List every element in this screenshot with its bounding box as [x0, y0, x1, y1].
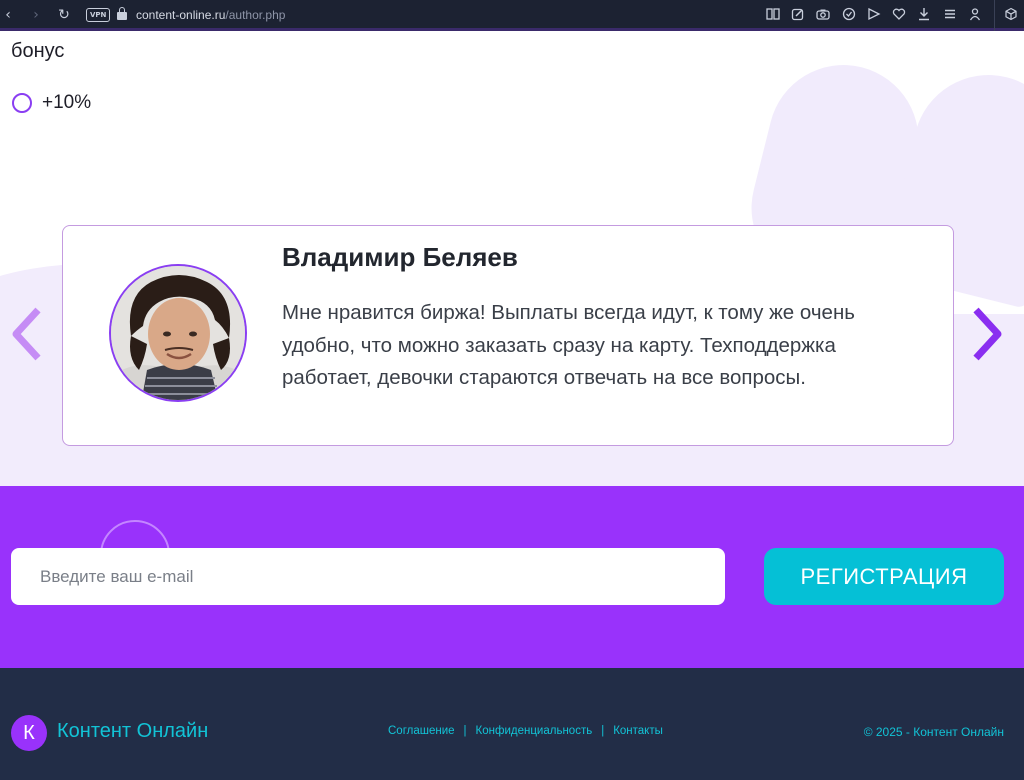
- review-text: Мне нравится биржа! Выплаты всегда идут,…: [282, 301, 855, 389]
- bonus-heading: бонус: [11, 40, 65, 62]
- browser-toolbar: ‹ › ↻ VPN content-online.ru/author.php: [0, 0, 1024, 31]
- send-icon[interactable]: [867, 7, 881, 21]
- profile-icon[interactable]: [968, 7, 982, 21]
- copyright: © 2025 - Контент Онлайн: [863, 725, 1004, 739]
- link-separator: |: [463, 725, 467, 737]
- reload-icon[interactable]: ↻: [56, 5, 72, 25]
- back-icon[interactable]: ‹: [0, 5, 16, 25]
- extension-icon[interactable]: [1004, 7, 1018, 21]
- edit-icon[interactable]: [791, 7, 805, 21]
- chevron-left-icon[interactable]: [8, 306, 44, 362]
- shield-icon[interactable]: [842, 7, 856, 21]
- reader-icon[interactable]: [766, 7, 780, 21]
- camera-icon[interactable]: [816, 7, 830, 21]
- bonus-option-label: +10%: [42, 92, 92, 113]
- menu-icon[interactable]: [943, 7, 957, 21]
- reviewer-photo: [111, 266, 245, 400]
- logo-text: Контент Онлайн: [57, 720, 209, 742]
- email-field[interactable]: [11, 548, 725, 605]
- avatar: [109, 264, 247, 402]
- reviews-section: бонус +10% Владимир Беляев Мне нравится …: [0, 34, 1024, 486]
- reviewer-name: Владимир Беляев: [282, 242, 518, 272]
- chevron-right-icon[interactable]: [970, 306, 1006, 362]
- link-separator: |: [601, 725, 605, 737]
- radio-button[interactable]: [12, 93, 32, 113]
- footer: К Контент Онлайн Соглашение | Конфиденциал…: [0, 668, 1024, 780]
- url-path: /author.php: [225, 8, 286, 22]
- link-contacts[interactable]: Контакты: [613, 725, 663, 737]
- toolbar-divider: [994, 0, 995, 31]
- footer-links: Соглашение | Конфиденциальность | Контакты: [388, 725, 663, 737]
- register-button[interactable]: РЕГИСТРАЦИЯ: [764, 548, 1004, 605]
- logo-icon: К: [11, 715, 47, 751]
- heart-icon[interactable]: [892, 7, 906, 21]
- forward-icon[interactable]: ›: [28, 5, 44, 25]
- lock-icon[interactable]: [117, 7, 127, 21]
- review-card: Владимир Беляев Мне нравится биржа! Выпл…: [62, 225, 954, 446]
- download-icon[interactable]: [917, 7, 931, 21]
- vpn-badge[interactable]: VPN: [86, 8, 111, 22]
- link-agreement[interactable]: Соглашение: [388, 725, 455, 737]
- address-bar[interactable]: content-online.ru/author.php: [136, 7, 285, 23]
- link-privacy[interactable]: Конфиденциальность: [476, 725, 593, 737]
- registration-section: РЕГИСТРАЦИЯ: [0, 486, 1024, 668]
- url-host: content-online.ru: [136, 8, 226, 22]
